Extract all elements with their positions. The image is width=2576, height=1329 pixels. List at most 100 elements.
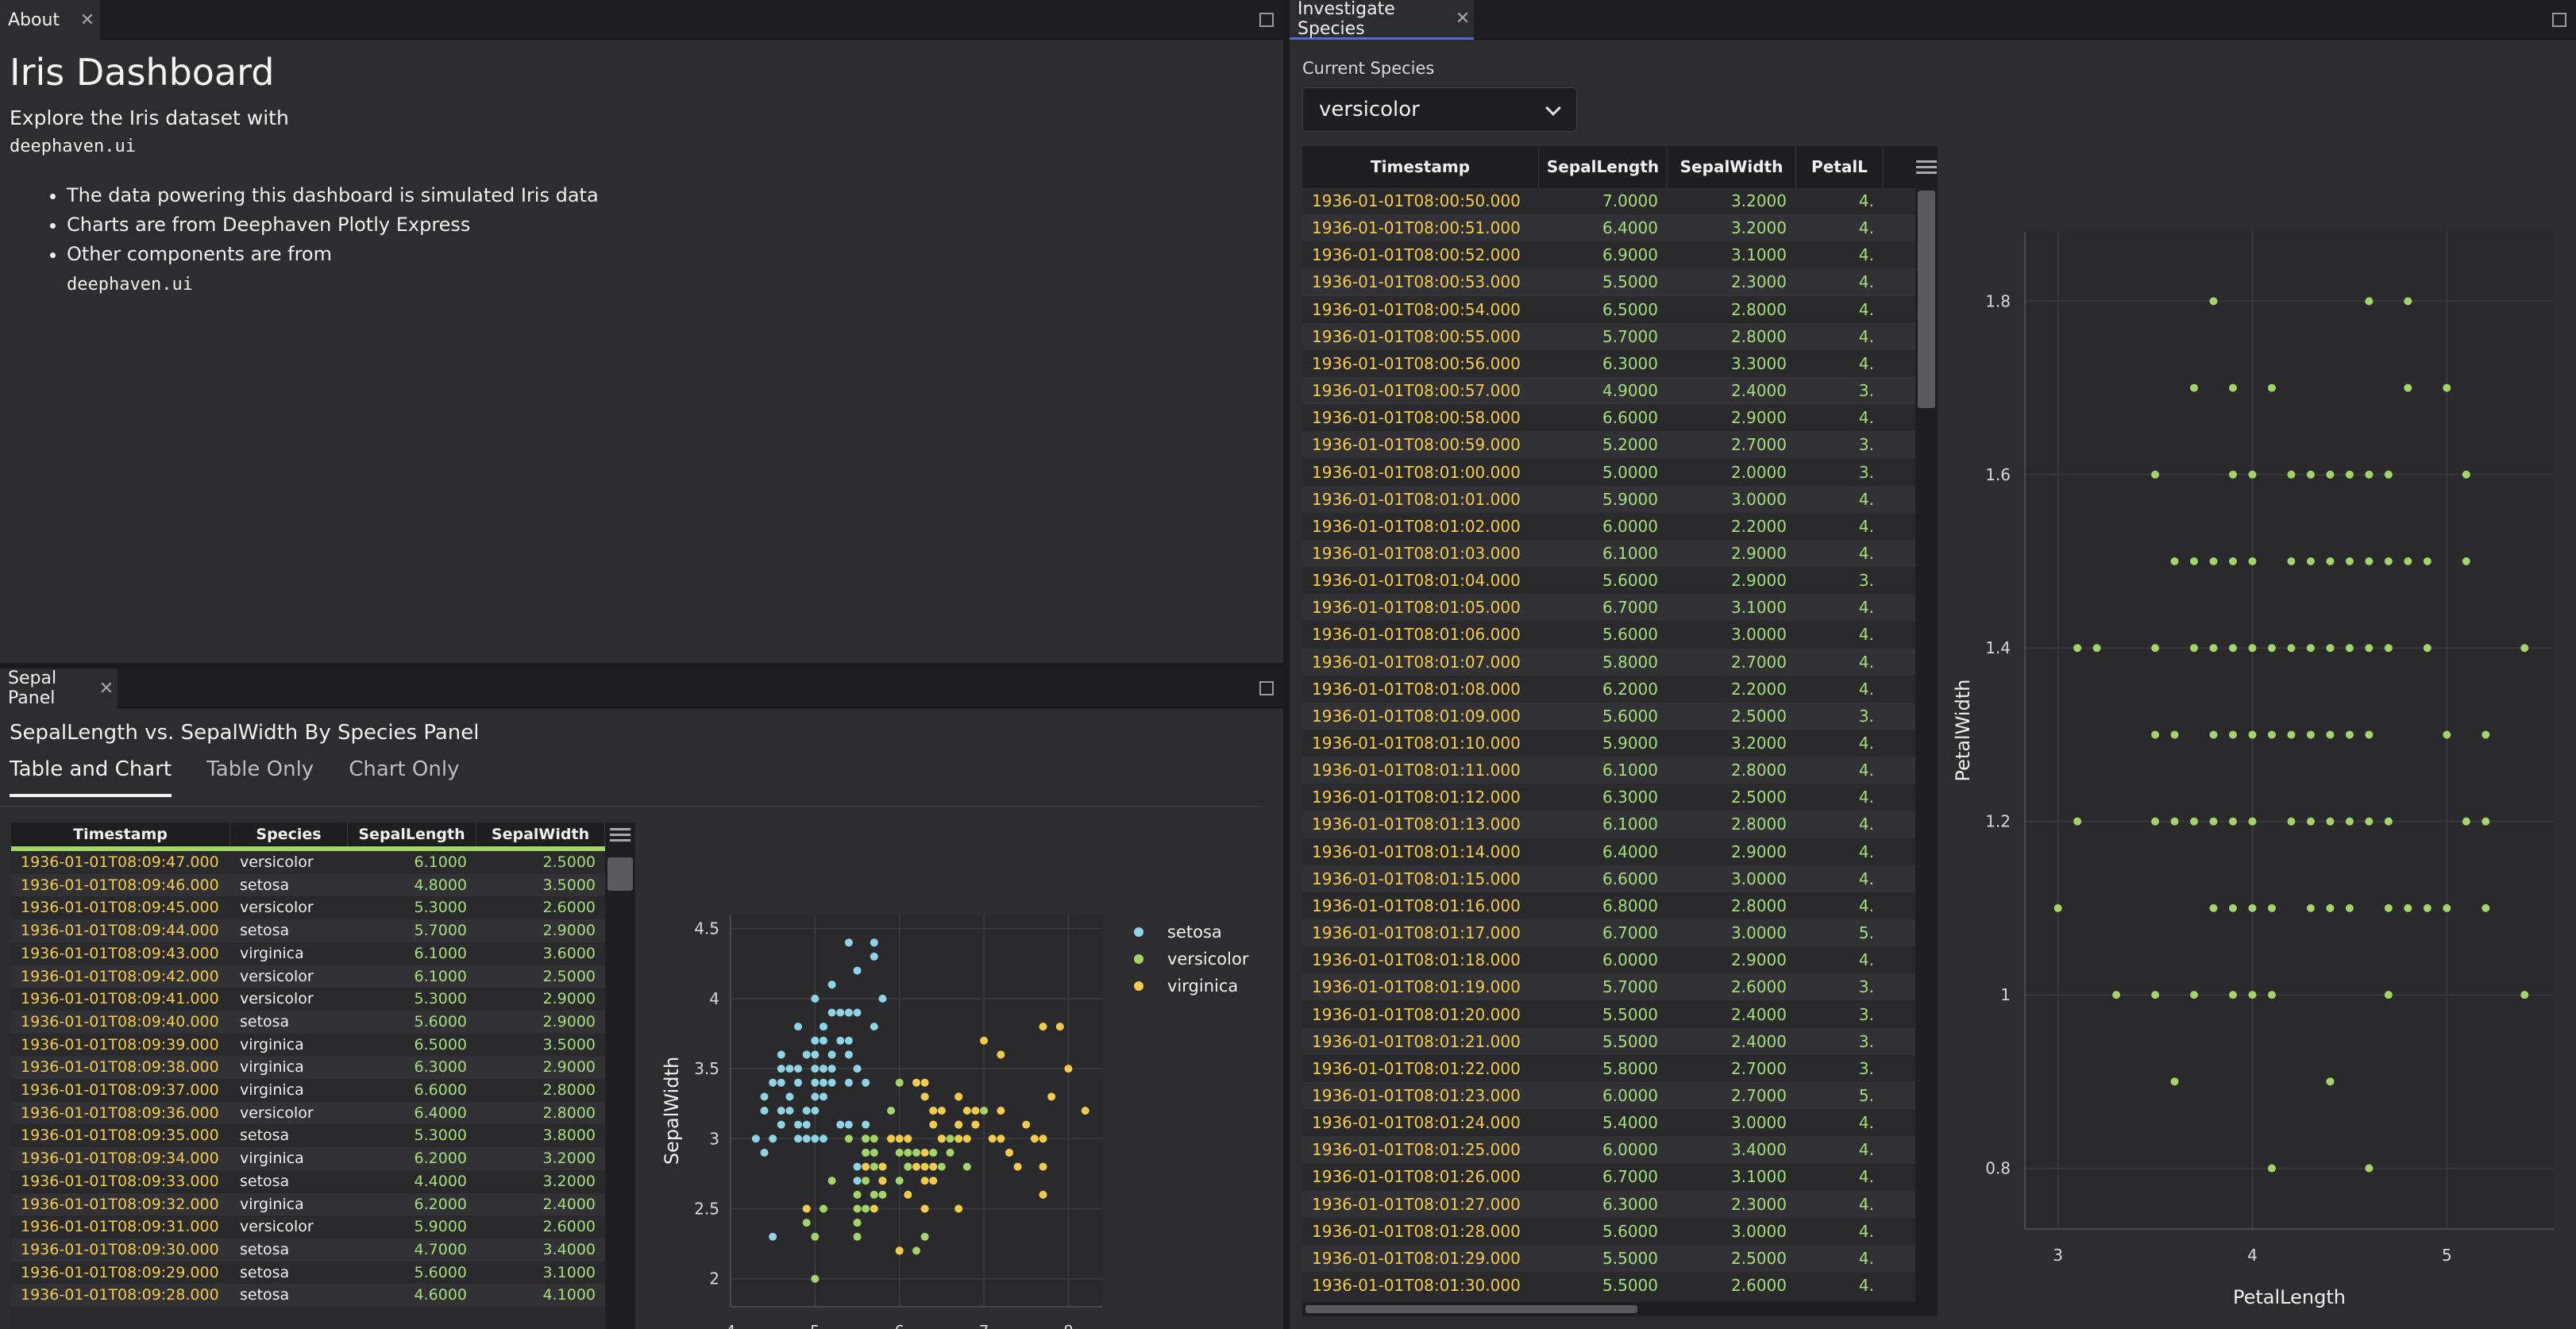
table-row[interactable]: 1936-01-01T08:09:47.000 versicolor 6.1000 2…: [11, 851, 605, 874]
table-row[interactable]: 1936-01-01T08:01:00.000 5.0000 2.0000 3.: [1302, 459, 1915, 486]
column-header[interactable]: Timestamp: [11, 822, 230, 846]
table-row[interactable]: 1936-01-01T08:09:46.000 setosa 4.8000 3.500…: [11, 873, 605, 897]
tab-about[interactable]: About ✕: [0, 0, 100, 40]
table-row[interactable]: 1936-01-01T08:01:29.000 5.5000 2.5000 4.: [1302, 1244, 1915, 1272]
table-row[interactable]: 1936-01-01T08:01:18.000 6.0000 2.9000 4.: [1302, 946, 1915, 973]
tab-table-and-chart[interactable]: Table and Chart: [10, 754, 172, 797]
table-row[interactable]: 1936-01-01T08:01:26.000 6.7000 3.1000 4.: [1302, 1163, 1915, 1190]
table-row[interactable]: 1936-01-01T08:00:51.000 6.4000 3.2000 4.: [1302, 214, 1915, 242]
table-row[interactable]: 1936-01-01T08:09:34.000 virginica 6.2000 3.…: [11, 1147, 605, 1170]
column-header[interactable]: SepalLength: [1539, 146, 1668, 187]
column-header[interactable]: Timestamp: [1302, 146, 1539, 187]
column-header[interactable]: Species: [230, 822, 348, 846]
table-row[interactable]: 1936-01-01T08:09:32.000 virginica 6.2000 2.…: [11, 1192, 605, 1216]
column-header[interactable]: PetalL: [1796, 146, 1884, 187]
table-row[interactable]: 1936-01-01T08:01:14.000 6.4000 2.9000 4.: [1302, 838, 1915, 865]
table-row[interactable]: 1936-01-01T08:01:10.000 5.9000 3.2000 4.: [1302, 730, 1915, 757]
table-row[interactable]: 1936-01-01T08:09:30.000 setosa 4.7000 3.400…: [11, 1238, 605, 1262]
sepal-table[interactable]: Timestamp Species SepalLength SepalWidth 193…: [11, 822, 635, 1329]
tab-chart-only[interactable]: Chart Only: [349, 754, 459, 797]
table-row[interactable]: 1936-01-01T08:09:37.000 virginica 6.6000 2.…: [11, 1079, 605, 1102]
table-row[interactable]: 1936-01-01T08:01:02.000 6.0000 2.2000 4.: [1302, 513, 1915, 540]
table-row[interactable]: 1936-01-01T08:01:25.000 6.0000 3.4000 4.: [1302, 1136, 1915, 1164]
table-menu-icon[interactable]: [605, 822, 635, 846]
maximize-icon[interactable]: [1259, 681, 1274, 695]
vertical-scrollbar[interactable]: [605, 846, 635, 1329]
petal-scatter-chart[interactable]: 0.8 1 1.2 1.4 1.6 1.8 3 4 5 PetalLength PetalWidth: [1949, 146, 2576, 1329]
species-picker[interactable]: versicolor: [1302, 87, 1577, 132]
table-row[interactable]: 1936-01-01T08:01:30.000 5.5000 2.6000 4.: [1302, 1272, 1915, 1299]
table-row[interactable]: 1936-01-01T08:00:55.000 5.7000 2.8000 4.: [1302, 322, 1915, 350]
legend-marker-setosa[interactable]: [1134, 927, 1143, 937]
table-row[interactable]: 1936-01-01T08:09:40.000 setosa 5.6000 2.900…: [11, 1010, 605, 1034]
table-row[interactable]: 1936-01-01T08:09:42.000 versicolor 6.1000 2…: [11, 965, 605, 988]
table-row[interactable]: 1936-01-01T08:01:28.000 5.6000 3.0000 4.: [1302, 1218, 1915, 1245]
tab-investigate-species[interactable]: Investigate Species ✕: [1290, 0, 1474, 40]
table-menu-icon[interactable]: [1915, 146, 1938, 187]
sepal-chart-legend[interactable]: setosa versicolor virginica: [1116, 905, 1283, 1016]
table-row[interactable]: 1936-01-01T08:01:22.000 5.8000 2.7000 3.: [1302, 1055, 1915, 1082]
table-row[interactable]: 1936-01-01T08:09:38.000 virginica 6.3000 2.…: [11, 1056, 605, 1079]
table-row[interactable]: 1936-01-01T08:00:52.000 6.9000 3.1000 4.: [1302, 241, 1915, 268]
table-row[interactable]: 1936-01-01T08:09:45.000 versicolor 5.3000 2…: [11, 896, 605, 919]
table-row[interactable]: 1936-01-01T08:01:12.000 6.3000 2.5000 4.: [1302, 784, 1915, 811]
table-row[interactable]: 1936-01-01T08:09:29.000 setosa 5.6000 3.100…: [11, 1262, 605, 1285]
legend-marker-virginica[interactable]: [1134, 981, 1143, 991]
close-icon[interactable]: ✕: [97, 679, 116, 699]
table-row[interactable]: 1936-01-01T08:01:09.000 5.6000 2.5000 3.: [1302, 702, 1915, 730]
table-row[interactable]: 1936-01-01T08:01:04.000 5.6000 2.9000 3.: [1302, 567, 1915, 594]
table-row[interactable]: 1936-01-01T08:01:07.000 5.8000 2.7000 4.: [1302, 648, 1915, 676]
table-row[interactable]: 1936-01-01T08:09:31.000 versicolor 5.9000 2…: [11, 1215, 605, 1238]
table-row[interactable]: 1936-01-01T08:09:41.000 versicolor 5.3000 2…: [11, 988, 605, 1011]
table-row[interactable]: 1936-01-01T08:00:58.000 6.6000 2.9000 4.: [1302, 404, 1915, 431]
table-row[interactable]: 1936-01-01T08:00:53.000 5.5000 2.3000 4.: [1302, 268, 1915, 296]
column-header[interactable]: SepalWidth: [1668, 146, 1796, 187]
table-row[interactable]: 1936-01-01T08:01:15.000 6.6000 3.0000 4.: [1302, 865, 1915, 892]
table-row[interactable]: 1936-01-01T08:00:56.000 6.3000 3.3000 4.: [1302, 350, 1915, 377]
column-header[interactable]: SepalWidth: [476, 822, 605, 846]
scrollbar-thumb[interactable]: [1305, 1305, 1637, 1313]
vertical-scrollbar[interactable]: [1915, 187, 1938, 1316]
table-row[interactable]: 1936-01-01T08:09:39.000 virginica 6.5000 3.…: [11, 1034, 605, 1057]
table-row[interactable]: 1936-01-01T08:00:59.000 5.2000 2.7000 3.: [1302, 431, 1915, 459]
table-row[interactable]: 1936-01-01T08:01:05.000 6.7000 3.1000 4.: [1302, 594, 1915, 622]
maximize-icon[interactable]: [2552, 13, 2566, 27]
close-icon[interactable]: ✕: [1453, 9, 1472, 29]
tab-sepal-panel[interactable]: Sepal Panel ✕: [0, 668, 118, 708]
tab-table-only[interactable]: Table Only: [206, 754, 314, 797]
horizontal-scrollbar[interactable]: [1302, 1302, 1915, 1316]
table-row[interactable]: 1936-01-01T08:01:17.000 6.7000 3.0000 5.: [1302, 919, 1915, 947]
scrollbar-thumb[interactable]: [607, 857, 633, 891]
table-row[interactable]: 1936-01-01T08:01:20.000 5.5000 2.4000 3.: [1302, 1001, 1915, 1028]
table-row[interactable]: 1936-01-01T08:01:08.000 6.2000 2.2000 4.: [1302, 676, 1915, 703]
table-row[interactable]: 1936-01-01T08:00:50.000 7.0000 3.2000 4.: [1302, 187, 1915, 214]
table-row[interactable]: 1936-01-01T08:00:54.000 6.5000 2.8000 4.: [1302, 296, 1915, 323]
table-row[interactable]: 1936-01-01T08:09:36.000 versicolor 6.4000 2…: [11, 1101, 605, 1125]
sepal-scatter-chart[interactable]: 22.533.544.545678SepalLengthSepalWidth: [651, 905, 1116, 1187]
table-row[interactable]: 1936-01-01T08:01:11.000 6.1000 2.8000 4.: [1302, 757, 1915, 784]
maximize-icon[interactable]: [1259, 13, 1274, 27]
table-row[interactable]: 1936-01-01T08:09:28.000 setosa 4.6000 4.100…: [11, 1284, 605, 1307]
legend-label[interactable]: setosa: [1167, 923, 1222, 942]
table-row[interactable]: 1936-01-01T08:01:23.000 6.0000 2.7000 5.: [1302, 1081, 1915, 1110]
table-row[interactable]: 1936-01-01T08:01:19.000 5.7000 2.6000 3.: [1302, 973, 1915, 1001]
table-row[interactable]: 1936-01-01T08:09:35.000 setosa 5.3000 3.800…: [11, 1124, 605, 1147]
table-row[interactable]: 1936-01-01T08:01:24.000 5.4000 3.0000 4.: [1302, 1109, 1915, 1136]
legend-label[interactable]: versicolor: [1167, 950, 1249, 969]
table-row[interactable]: 1936-01-01T08:00:57.000 4.9000 2.4000 3.: [1302, 377, 1915, 405]
table-row[interactable]: 1936-01-01T08:09:44.000 setosa 5.7000 2.900…: [11, 919, 605, 942]
investigate-table[interactable]: Timestamp SepalLength SepalWidth PetalL 1936…: [1302, 146, 1938, 1316]
table-row[interactable]: 1936-01-01T08:01:03.000 6.1000 2.9000 4.: [1302, 539, 1915, 568]
table-row[interactable]: 1936-01-01T08:01:16.000 6.8000 2.8000 4.: [1302, 892, 1915, 919]
legend-marker-versicolor[interactable]: [1134, 954, 1143, 964]
scrollbar-thumb[interactable]: [1918, 191, 1935, 408]
table-row[interactable]: 1936-01-01T08:01:13.000 6.1000 2.8000 4.: [1302, 811, 1915, 838]
table-row[interactable]: 1936-01-01T08:01:21.000 5.5000 2.4000 3.: [1302, 1027, 1915, 1055]
legend-label[interactable]: virginica: [1167, 977, 1238, 996]
column-header[interactable]: SepalLength: [348, 822, 476, 846]
table-row[interactable]: 1936-01-01T08:09:33.000 setosa 4.4000 3.200…: [11, 1170, 605, 1193]
table-row[interactable]: 1936-01-01T08:01:01.000 5.9000 3.0000 4.: [1302, 485, 1915, 513]
table-row[interactable]: 1936-01-01T08:01:06.000 5.6000 3.0000 4.: [1302, 621, 1915, 648]
close-icon[interactable]: ✕: [78, 10, 97, 30]
table-row[interactable]: 1936-01-01T08:01:27.000 6.3000 2.3000 4.: [1302, 1190, 1915, 1218]
